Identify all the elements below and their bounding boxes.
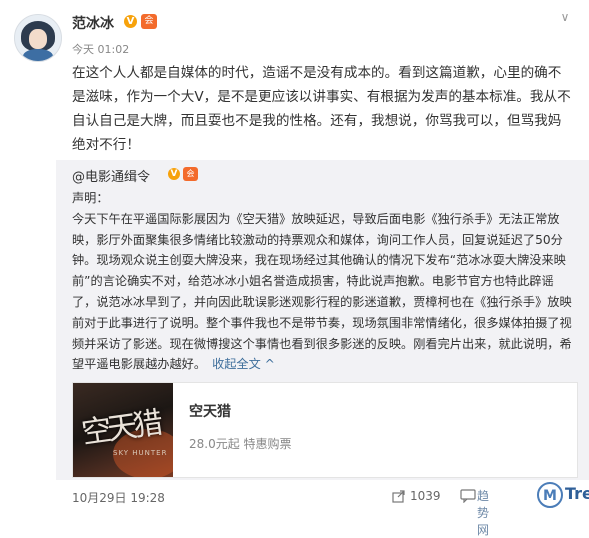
chevron-down-icon[interactable]: ∨: [558, 10, 572, 24]
repost-author[interactable]: @电影通缉令: [72, 166, 150, 185]
share-count: 1039: [410, 489, 441, 503]
watermark-text: 趋势 网: [477, 489, 490, 537]
watermark-logo-icon: M: [537, 482, 563, 508]
member-icon[interactable]: 会: [141, 14, 157, 29]
movie-title[interactable]: 空天猎: [189, 401, 231, 421]
movie-poster[interactable]: 空天猎 SKY HUNTER: [73, 383, 173, 477]
movie-card[interactable]: 空天猎 SKY HUNTER 空天猎 28.0元起 特惠购票: [72, 382, 578, 478]
avatar-body: [23, 49, 53, 61]
poster-subtitle: SKY HUNTER: [113, 449, 168, 457]
movie-price[interactable]: 28.0元起 特惠购票: [189, 435, 292, 452]
repost-date[interactable]: 10月29日 19:28: [72, 489, 165, 506]
collapse-link[interactable]: 收起全文 ^: [212, 357, 275, 371]
comment-icon[interactable]: [460, 489, 476, 503]
verified-icon: V: [124, 15, 137, 28]
member-icon[interactable]: 会: [183, 167, 198, 181]
repost-body: 声明： 今天下午在平遥国际影展因为《空天猎》放映延迟，导致后面电影《独行杀手》无…: [72, 191, 572, 372]
avatar[interactable]: [14, 14, 62, 62]
post-text: 在这个人人都是自媒体的时代，造谣不是没有成本的。看到这篇道歉，心里的确不是滋味，…: [72, 65, 571, 153]
post-timestamp[interactable]: 今天 01:02: [72, 41, 129, 57]
share-icon[interactable]: [392, 489, 406, 503]
repost-text: 声明： 今天下午在平遥国际影展因为《空天猎》放映延迟，导致后面电影《独行杀手》无…: [72, 188, 576, 375]
watermark-brand: Trend: [565, 484, 589, 503]
repost-block: @电影通缉令 V 会 声明： 今天下午在平遥国际影展因为《空天猎》放映延迟，导致…: [56, 160, 589, 480]
avatar-face: [29, 29, 47, 49]
verified-icon: V: [168, 168, 180, 180]
author-name[interactable]: 范冰冰: [72, 13, 114, 33]
